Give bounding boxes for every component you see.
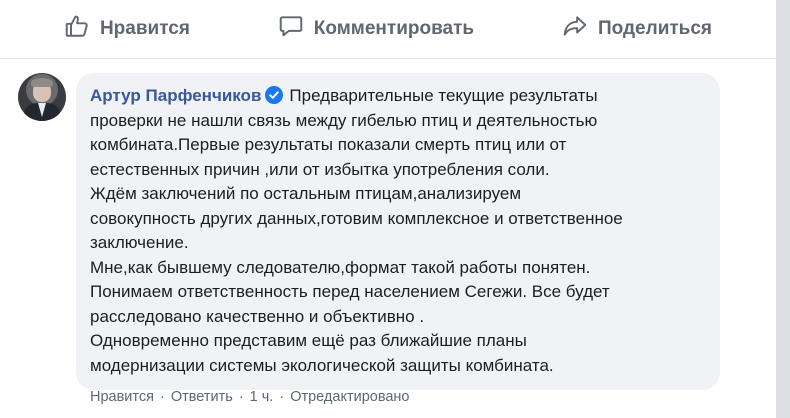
comment-text-line: расследовано качественно и объективно . bbox=[90, 306, 425, 326]
comment-text-line: комбината.Первые результаты показали сме… bbox=[90, 135, 567, 154]
comment-text-line: естественных причин ,или от избытка упот… bbox=[90, 159, 550, 179]
comment-bubble-icon bbox=[278, 13, 304, 45]
separator-dot: · bbox=[238, 389, 244, 405]
comment-meta: Нравится · Ответить · 1 ч. · Отредактиро… bbox=[90, 389, 410, 405]
comment-text-line: Ждём заключений по остальным птицам,анал… bbox=[90, 184, 522, 203]
post-action-bar: Нравится Комментировать Поделиться bbox=[0, 0, 776, 58]
thumbs-up-icon bbox=[64, 13, 90, 45]
like-button-label: Нравится bbox=[99, 18, 190, 39]
comment-timestamp[interactable]: 1 ч. bbox=[250, 389, 274, 405]
separator-dot: · bbox=[279, 389, 285, 405]
avatar[interactable] bbox=[18, 73, 66, 121]
like-button[interactable]: Нравится bbox=[54, 5, 200, 53]
share-button[interactable]: Поделиться bbox=[552, 5, 722, 53]
comment-text-line: совокупность других данных,готовим компл… bbox=[90, 208, 623, 228]
comment-text-line: заключение. bbox=[90, 233, 189, 252]
comment-like-link[interactable]: Нравится bbox=[90, 389, 154, 405]
separator-dot: · bbox=[159, 389, 165, 405]
comment-text-line: Одновременно представим ещё раз ближайши… bbox=[90, 331, 527, 350]
comment-text-line: Предварительные текущие результаты bbox=[289, 86, 598, 105]
comment-text-line: модернизации системы экологической защит… bbox=[90, 355, 554, 375]
comment-reply-link[interactable]: Ответить bbox=[171, 389, 233, 405]
comment-text-line: проверки не нашли связь между гибелью пт… bbox=[90, 110, 598, 130]
comment-text-line: Мне,как бывшему следователю,формат такой… bbox=[90, 257, 591, 277]
comment-button[interactable]: Комментировать bbox=[268, 5, 484, 53]
scrollbar-track[interactable] bbox=[776, 0, 790, 418]
verified-badge-icon bbox=[265, 86, 284, 104]
edited-link[interactable]: Отредактировано bbox=[290, 389, 409, 405]
comment-button-label: Комментировать bbox=[313, 18, 475, 39]
share-button-label: Поделиться bbox=[597, 18, 713, 39]
comment-author[interactable]: Артур Парфенчиков bbox=[90, 86, 261, 105]
action-bar-divider bbox=[0, 58, 776, 59]
comment-text-line: Понимаем ответственность перед население… bbox=[90, 282, 610, 301]
comment-bubble: Артур Парфенчиков Предварительные текущие… bbox=[76, 73, 720, 390]
share-arrow-icon bbox=[562, 13, 588, 45]
